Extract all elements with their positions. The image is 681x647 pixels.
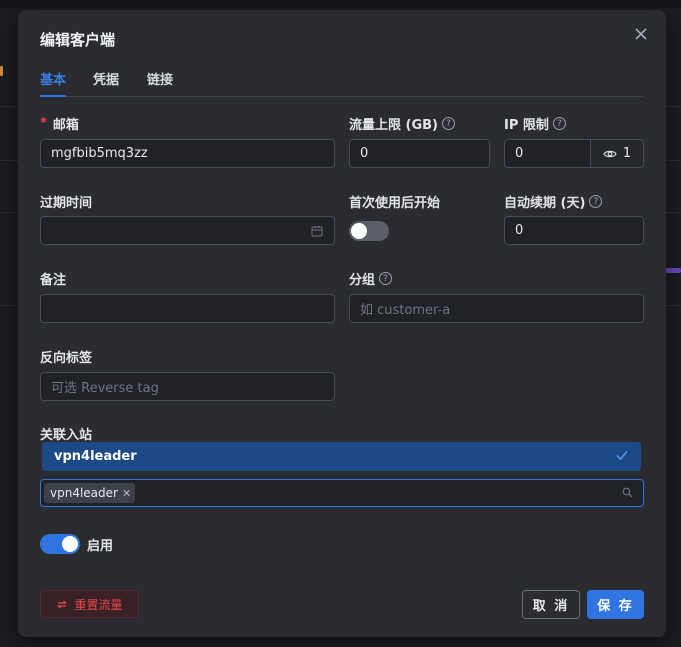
reverse-tag-label-text: 反向标签 [40, 351, 93, 366]
auto-renew-label: 自动续期 (天) ? [504, 192, 603, 211]
check-icon [616, 451, 628, 461]
toggle-knob [62, 536, 78, 552]
background-header [0, 0, 681, 8]
help-icon[interactable]: ? [552, 117, 566, 130]
help-icon[interactable]: ? [589, 195, 603, 208]
background-accent-mark [0, 66, 3, 76]
help-icon[interactable]: ? [379, 272, 393, 285]
edit-client-modal: 编辑客户端 基本 凭据 链接 * 邮箱 mgfbib5mq3zz 流量上限 (G… [18, 10, 666, 637]
eye-icon [603, 150, 617, 157]
toggle-knob [351, 223, 367, 239]
remark-label-text: 备注 [40, 273, 67, 288]
start-on-first-use-label: 首次使用后开始 [349, 192, 440, 211]
enable-toggle[interactable] [40, 534, 80, 554]
close-button[interactable] [631, 24, 651, 44]
email-field[interactable]: mgfbib5mq3zz [40, 139, 335, 168]
chip-remove-icon[interactable]: ✕ [122, 487, 131, 500]
expiry-label: 过期时间 [40, 192, 92, 211]
search-icon [622, 487, 633, 498]
expiry-label-text: 过期时间 [40, 196, 93, 211]
close-icon [635, 28, 647, 40]
traffic-limit-label: 流量上限 (GB) ? [349, 114, 455, 133]
reset-traffic-label: 重置流量 [74, 597, 123, 612]
ip-limit-field[interactable]: 0 1 [504, 139, 644, 168]
calendar-icon [311, 226, 323, 237]
modal-title: 编辑客户端 [40, 31, 116, 49]
group-field[interactable]: 如 customer-a [349, 294, 644, 323]
tab-links[interactable]: 链接 [147, 69, 173, 96]
enable-label: 启用 [87, 534, 113, 554]
email-label: * 邮箱 [40, 114, 79, 133]
ip-online-button[interactable]: 1 [590, 140, 643, 167]
expiry-date-picker[interactable] [40, 216, 335, 245]
group-placeholder: 如 customer-a [360, 303, 451, 318]
required-marker: * [40, 116, 47, 131]
group-label-text: 分组 [349, 273, 376, 288]
traffic-limit-field[interactable]: 0 [349, 139, 490, 168]
ip-limit-value: 0 [515, 146, 524, 161]
ip-limit-label-text: IP 限制 [504, 118, 549, 133]
inbound-dropdown-option[interactable]: vpn4leader [42, 442, 641, 471]
cancel-button[interactable]: 取 消 [522, 590, 580, 619]
ip-online-count: 1 [622, 146, 632, 161]
start-on-first-use-toggle[interactable] [349, 221, 389, 241]
remark-field[interactable] [40, 294, 335, 323]
inbounds-label-text: 关联入站 [40, 428, 93, 443]
background-progress-bar [665, 268, 681, 273]
reverse-tag-placeholder: 可选 Reverse tag [51, 381, 159, 396]
refresh-icon [57, 600, 68, 608]
reverse-tag-label: 反向标签 [40, 347, 92, 366]
inbounds-select[interactable]: vpn4leader ✕ [40, 479, 644, 507]
help-icon[interactable]: ? [442, 117, 455, 130]
reverse-tag-field[interactable]: 可选 Reverse tag [40, 372, 335, 401]
auto-renew-value: 0 [515, 223, 524, 238]
ip-limit-label: IP 限制 ? [504, 114, 566, 133]
tab-basic[interactable]: 基本 [40, 69, 67, 97]
traffic-limit-value: 0 [360, 146, 369, 161]
remark-label: 备注 [40, 269, 66, 288]
tab-bar: 基本 凭据 链接 [40, 69, 643, 97]
selected-inbound-chip: vpn4leader ✕ [44, 483, 136, 503]
start-on-first-use-label-text: 首次使用后开始 [349, 196, 441, 211]
enable-label-text: 启用 [87, 538, 114, 554]
group-label: 分组 ? [349, 269, 393, 288]
reset-traffic-button[interactable]: 重置流量 [40, 590, 139, 618]
inbounds-label: 关联入站 [40, 424, 92, 443]
tab-credentials[interactable]: 凭据 [93, 69, 119, 96]
auto-renew-label-text: 自动续期 (天) [504, 196, 586, 211]
auto-renew-field[interactable]: 0 [504, 216, 644, 245]
chip-label: vpn4leader [50, 486, 118, 500]
email-value: mgfbib5mq3zz [51, 146, 148, 161]
inbound-option-label: vpn4leader [54, 449, 137, 464]
traffic-limit-label-text: 流量上限 (GB) [349, 118, 438, 133]
save-button[interactable]: 保 存 [587, 590, 644, 619]
email-label-text: 邮箱 [52, 118, 79, 133]
